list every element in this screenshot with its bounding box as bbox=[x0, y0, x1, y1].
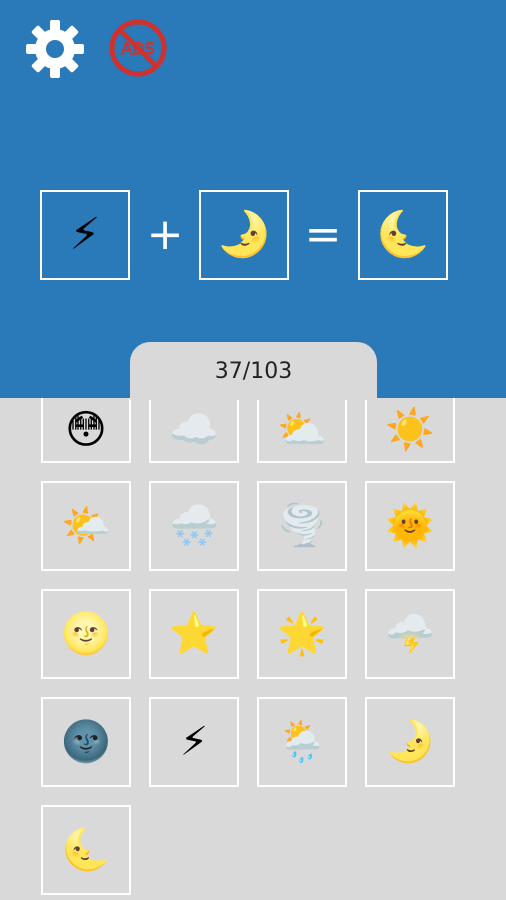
grid-item[interactable]: 🌪️ bbox=[257, 481, 347, 571]
sun-behind-cloud-icon: ⛅ bbox=[277, 406, 327, 453]
sun-icon: ☀️ bbox=[385, 406, 435, 453]
grid-item[interactable]: ⚡ bbox=[149, 697, 239, 787]
no-ads-icon[interactable]: ADS bbox=[108, 18, 168, 78]
grid-item[interactable]: 🌚 bbox=[41, 697, 131, 787]
last-quarter-moon-face-icon: 🌜 bbox=[61, 827, 111, 873]
cloud-icon: ☁️ bbox=[169, 406, 219, 453]
gear-icon[interactable] bbox=[24, 18, 86, 80]
grid-item[interactable]: ⭐ bbox=[149, 589, 239, 679]
plus-sign: + bbox=[146, 209, 184, 260]
sun-face-icon: 🌞 bbox=[385, 503, 435, 549]
grid-item[interactable]: 🌞 bbox=[365, 481, 455, 571]
progress-label: 37/103 bbox=[214, 358, 293, 384]
equation-left-emoji: ⚡ bbox=[69, 209, 101, 260]
emoji-grid: 😳 ☁️ ⛅ ☀️ 🌤️ 🌨️ 🌪️ 🌞 🌝 ⭐ 🌟 🌩️ 🌚 ⚡ 🌦️ 🌛 🌜 bbox=[0, 398, 506, 900]
lightning-cloud-icon: 🌩️ bbox=[385, 611, 435, 657]
equation-right-emoji: 🌛 bbox=[216, 209, 272, 260]
grid-item[interactable]: 🌛 bbox=[365, 697, 455, 787]
equation-result-slot: 🌜 bbox=[358, 190, 448, 280]
grid-item[interactable]: 🌝 bbox=[41, 589, 131, 679]
star-icon: ⭐ bbox=[169, 611, 219, 657]
grid-item[interactable]: 🌟 bbox=[257, 589, 347, 679]
top-panel: ADS ⚡ + 🌛 = 🌜 bbox=[0, 0, 506, 398]
grid-item[interactable]: 🌦️ bbox=[257, 697, 347, 787]
grid-item[interactable]: ⛅ bbox=[257, 398, 347, 463]
full-moon-face-icon: 🌝 bbox=[61, 611, 111, 657]
equation-right-slot[interactable]: 🌛 bbox=[199, 190, 289, 280]
grid-item[interactable]: 🌤️ bbox=[41, 481, 131, 571]
snow-cloud-icon: 🌨️ bbox=[169, 503, 219, 549]
grid-item[interactable]: ☁️ bbox=[149, 398, 239, 463]
sun-rain-cloud-icon: 🌦️ bbox=[277, 719, 327, 765]
grid-item[interactable]: 🌜 bbox=[41, 805, 131, 895]
glowing-star-icon: 🌟 bbox=[277, 611, 327, 657]
equation-result-emoji: 🌜 bbox=[375, 209, 431, 260]
sun-small-cloud-icon: 🌤️ bbox=[61, 503, 111, 549]
new-moon-face-icon: 🌚 bbox=[61, 719, 111, 765]
grid-item[interactable]: 😳 bbox=[41, 398, 131, 463]
first-quarter-moon-face-icon: 🌛 bbox=[385, 719, 435, 765]
grid-item[interactable]: 🌨️ bbox=[149, 481, 239, 571]
tornado-icon: 🌪️ bbox=[277, 503, 327, 549]
progress-counter: 37/103 bbox=[130, 342, 377, 400]
flushed-face-icon: 😳 bbox=[65, 406, 107, 453]
equals-sign: = bbox=[304, 209, 342, 260]
grid-item[interactable]: 🌩️ bbox=[365, 589, 455, 679]
equation-left-slot[interactable]: ⚡ bbox=[40, 190, 130, 280]
grid-item[interactable]: ☀️ bbox=[365, 398, 455, 463]
lightning-icon: ⚡ bbox=[179, 719, 209, 765]
